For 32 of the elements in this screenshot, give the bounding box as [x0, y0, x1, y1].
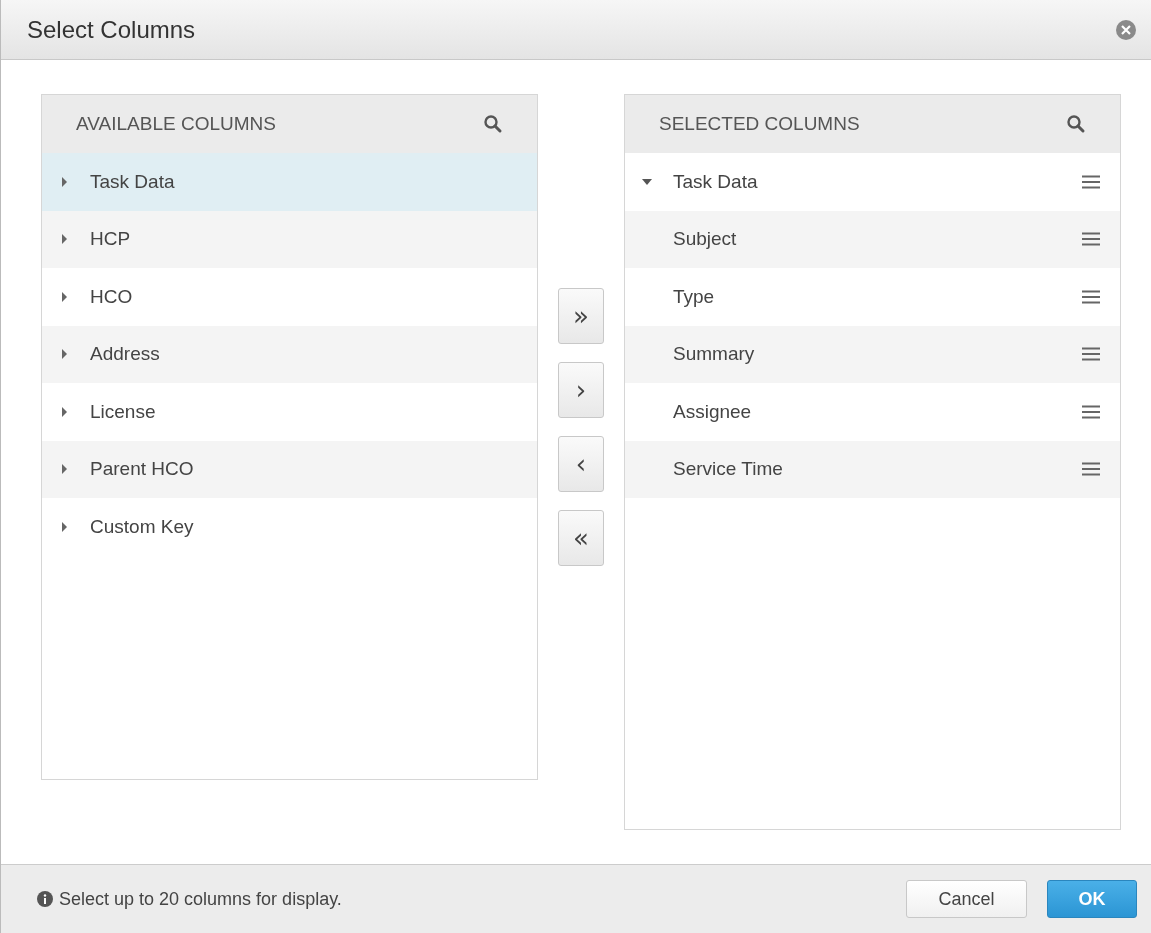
- close-icon[interactable]: [1115, 18, 1137, 41]
- panel-header: AVAILABLE COLUMNS: [76, 113, 276, 135]
- available-column-row[interactable]: Parent HCO: [42, 440, 537, 498]
- search-icon[interactable]: [1066, 114, 1086, 134]
- info-text: Select up to 20 columns for display.: [59, 888, 342, 910]
- search-icon[interactable]: [483, 114, 503, 134]
- available-column-row[interactable]: HCO: [42, 268, 537, 326]
- drag-handle-icon[interactable]: [1082, 289, 1100, 304]
- transfer-button[interactable]: ‹: [558, 436, 604, 492]
- transfer-button[interactable]: «: [558, 510, 604, 566]
- available-column-row[interactable]: Address: [42, 325, 537, 383]
- available-column-row[interactable]: License: [42, 383, 537, 441]
- transfer-button[interactable]: ›: [558, 362, 604, 418]
- drag-handle-icon[interactable]: [1082, 232, 1100, 247]
- available-column-row[interactable]: Task Data: [42, 153, 537, 211]
- cancel-button[interactable]: Cancel: [906, 880, 1027, 918]
- selected-column-row[interactable]: Service Time: [625, 440, 1120, 498]
- transfer-button[interactable]: »: [558, 288, 604, 344]
- drag-handle-icon[interactable]: [1082, 404, 1100, 419]
- selected-column-row[interactable]: Type: [625, 268, 1120, 326]
- selected-column-row[interactable]: Summary: [625, 325, 1120, 383]
- available-column-row[interactable]: Custom Key: [42, 498, 537, 556]
- selected-column-row[interactable]: Task Data: [625, 153, 1120, 211]
- panel-header: SELECTED COLUMNS: [659, 113, 860, 135]
- selected-column-row[interactable]: Subject: [625, 210, 1120, 268]
- drag-handle-icon[interactable]: [1082, 174, 1100, 189]
- drag-handle-icon[interactable]: [1082, 462, 1100, 477]
- info-icon: [37, 891, 53, 907]
- selected-column-row[interactable]: Assignee: [625, 383, 1120, 441]
- available-column-row[interactable]: HCP: [42, 210, 537, 268]
- window-title: Select Columns: [27, 15, 196, 44]
- drag-handle-icon[interactable]: [1082, 347, 1100, 362]
